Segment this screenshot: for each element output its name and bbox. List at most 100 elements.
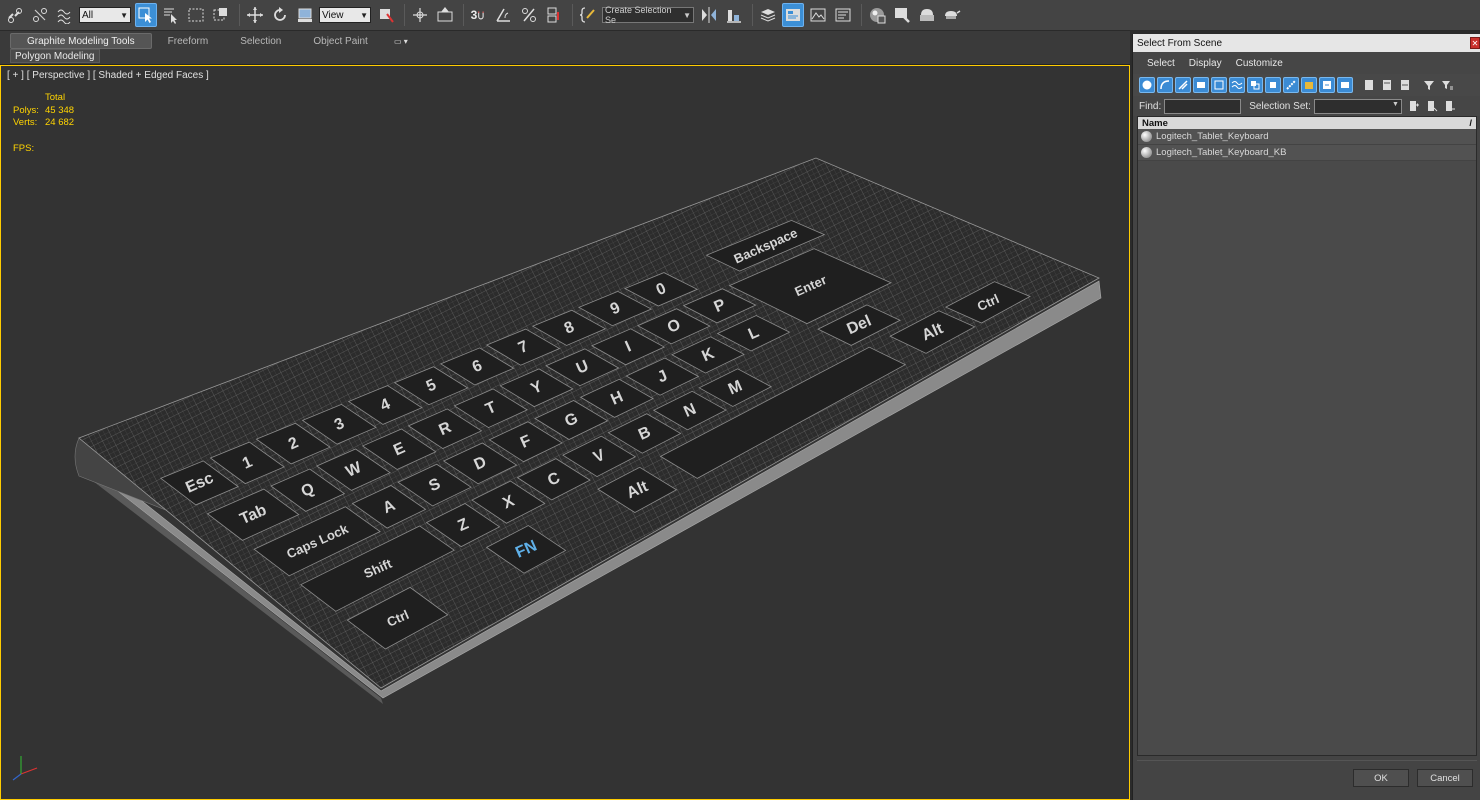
select-none-icon[interactable] xyxy=(1379,77,1395,93)
select-and-scale-icon[interactable] xyxy=(294,3,316,27)
remove-from-selection-set-icon[interactable] xyxy=(1442,98,1458,114)
ribbon-options-icon[interactable]: ▭ ▾ xyxy=(390,34,412,48)
select-and-rotate-icon[interactable] xyxy=(269,3,291,27)
find-label: Find: xyxy=(1139,100,1162,112)
align-icon[interactable] xyxy=(723,3,745,27)
selection-filter-dropdown[interactable]: All ▼ xyxy=(79,7,131,23)
filter-options-icon[interactable] xyxy=(1439,77,1455,93)
selection-set-dropdown[interactable]: ▼ xyxy=(1313,98,1402,114)
display-bones-icon[interactable] xyxy=(1283,77,1299,93)
dialog-title-bar[interactable]: Select From Scene ✕ xyxy=(1133,34,1480,52)
dialog-title: Select From Scene xyxy=(1137,37,1223,49)
geometry-object-icon xyxy=(1141,131,1152,142)
unlink-selection-icon[interactable] xyxy=(29,3,51,27)
menu-select[interactable]: Select xyxy=(1147,58,1175,69)
toolbar-separator xyxy=(861,4,862,26)
render-production-icon[interactable] xyxy=(941,3,963,27)
curve-editor-icon[interactable] xyxy=(832,3,854,27)
fps-label: FPS: xyxy=(13,142,35,154)
scene-object-list: Name / Logitech_Tablet_Keyboard Logitech_… xyxy=(1137,116,1477,756)
display-space-warps-icon[interactable] xyxy=(1229,77,1245,93)
window-crossing-icon[interactable] xyxy=(210,3,232,27)
rectangular-selection-region-icon[interactable] xyxy=(185,3,207,27)
spinner-snap-toggle-icon[interactable] xyxy=(543,3,565,27)
toolbar-separator xyxy=(463,4,464,26)
list-item[interactable]: Logitech_Tablet_Keyboard xyxy=(1138,129,1476,145)
geometry-object-icon xyxy=(1141,147,1152,158)
dialog-menu-bar: Select Display Customize xyxy=(1133,52,1480,74)
toolbar-separator xyxy=(752,4,753,26)
display-lights-icon[interactable] xyxy=(1175,77,1191,93)
select-and-move-icon[interactable] xyxy=(244,3,266,27)
display-cameras-icon[interactable] xyxy=(1193,77,1209,93)
layer-manager-icon[interactable] xyxy=(757,3,779,27)
find-input[interactable] xyxy=(1164,98,1242,114)
tab-freeform[interactable]: Freeform xyxy=(152,33,225,49)
ribbon-tabs: Graphite Modeling Tools Freeform Selecti… xyxy=(10,33,412,49)
tab-object-paint[interactable]: Object Paint xyxy=(297,33,383,49)
display-xrefs-icon[interactable] xyxy=(1265,77,1281,93)
sort-ascending-icon: / xyxy=(1469,117,1472,129)
list-header-name[interactable]: Name / xyxy=(1138,117,1476,129)
dialog-find-row: Find: Selection Set: ▼ xyxy=(1133,96,1480,116)
bind-to-space-warp-icon[interactable] xyxy=(54,3,76,27)
menu-customize[interactable]: Customize xyxy=(1236,58,1283,69)
select-all-icon[interactable] xyxy=(1361,77,1377,93)
stats-header: Total xyxy=(45,92,66,103)
keyboard-model: EscTabCaps LockShiftCtrlFNAltQWERTYUIOPA… xyxy=(74,157,1102,704)
toolbar-separator xyxy=(239,4,240,26)
display-helpers-icon[interactable] xyxy=(1211,77,1227,93)
selection-set-label: Selection Set: xyxy=(1249,100,1311,112)
use-pivot-center-icon[interactable] xyxy=(375,3,397,27)
reference-coordinate-dropdown[interactable]: View ▼ xyxy=(319,7,371,23)
edit-named-selection-sets-icon[interactable] xyxy=(577,3,599,27)
toolbar-separator xyxy=(404,4,405,26)
tab-graphite-modeling-tools[interactable]: Graphite Modeling Tools xyxy=(10,33,152,49)
verts-value: 24 682 xyxy=(45,117,75,128)
dialog-button-bar: OK Cancel xyxy=(1137,760,1477,796)
axis-tripod-icon xyxy=(12,756,38,781)
graphite-modeling-tools-icon[interactable] xyxy=(807,3,829,27)
display-shapes-icon[interactable] xyxy=(1157,77,1173,93)
snaps-toggle-icon[interactable]: 3 xyxy=(468,3,490,27)
list-item[interactable]: Logitech_Tablet_Keyboard_KB xyxy=(1138,145,1476,161)
toolbar-separator xyxy=(572,4,573,26)
mirror-icon[interactable] xyxy=(698,3,720,27)
create-selection-set-icon[interactable] xyxy=(1406,98,1422,114)
cancel-button[interactable]: Cancel xyxy=(1417,769,1473,787)
display-containers-icon[interactable] xyxy=(1301,77,1317,93)
panel-polygon-modeling[interactable]: Polygon Modeling xyxy=(10,49,100,63)
select-by-name-icon[interactable] xyxy=(160,3,182,27)
add-to-selection-set-icon[interactable] xyxy=(1424,98,1440,114)
close-icon[interactable]: ✕ xyxy=(1470,37,1480,49)
select-object-icon[interactable] xyxy=(135,3,157,27)
menu-display[interactable]: Display xyxy=(1189,58,1222,69)
tab-selection[interactable]: Selection xyxy=(224,33,297,49)
dialog-filter-toolbar xyxy=(1133,74,1480,96)
display-geometry-icon[interactable] xyxy=(1139,77,1155,93)
polys-value: 45 348 xyxy=(45,104,75,116)
select-and-link-icon[interactable] xyxy=(4,3,26,27)
display-groups-icon[interactable] xyxy=(1247,77,1263,93)
perspective-viewport[interactable]: Esc Tab Caps Lock Shift Ctrl FN Alt Q W E R T Y U I O P A… xyxy=(0,65,1130,800)
select-and-manipulate-icon[interactable] xyxy=(409,3,431,27)
named-selection-sets-dropdown[interactable]: Create Selection Se ▼ xyxy=(602,5,694,25)
display-hidden-icon[interactable] xyxy=(1337,77,1353,93)
percent-snap-toggle-icon[interactable] xyxy=(518,3,540,27)
display-frozen-icon[interactable] xyxy=(1319,77,1335,93)
select-from-scene-dialog: Select From Scene ✕ Select Display Custo… xyxy=(1132,34,1480,800)
ok-button[interactable]: OK xyxy=(1353,769,1409,787)
verts-label: Verts: xyxy=(13,117,38,128)
angle-snap-toggle-icon[interactable] xyxy=(493,3,515,27)
main-toolbar: All ▼ View ▼ 3 Create Selection Se ▼ xyxy=(0,0,1480,31)
filter-icon[interactable] xyxy=(1421,77,1437,93)
render-setup-icon[interactable] xyxy=(891,3,913,27)
material-editor-icon[interactable] xyxy=(866,3,888,27)
toggle-scene-explorer-icon[interactable] xyxy=(782,3,804,27)
viewport-label[interactable]: [ + ] [ Perspective ] [ Shaded + Edged F… xyxy=(7,70,209,81)
keyboard-shortcut-override-icon[interactable] xyxy=(434,3,456,27)
invert-selection-icon[interactable] xyxy=(1397,77,1413,93)
rendered-frame-window-icon[interactable] xyxy=(916,3,938,27)
graphite-ribbon: Graphite Modeling Tools Freeform Selecti… xyxy=(0,31,1130,65)
scene-statistics: Total Polys: 45 348 Verts: 24 682 FPS: xyxy=(13,92,74,155)
